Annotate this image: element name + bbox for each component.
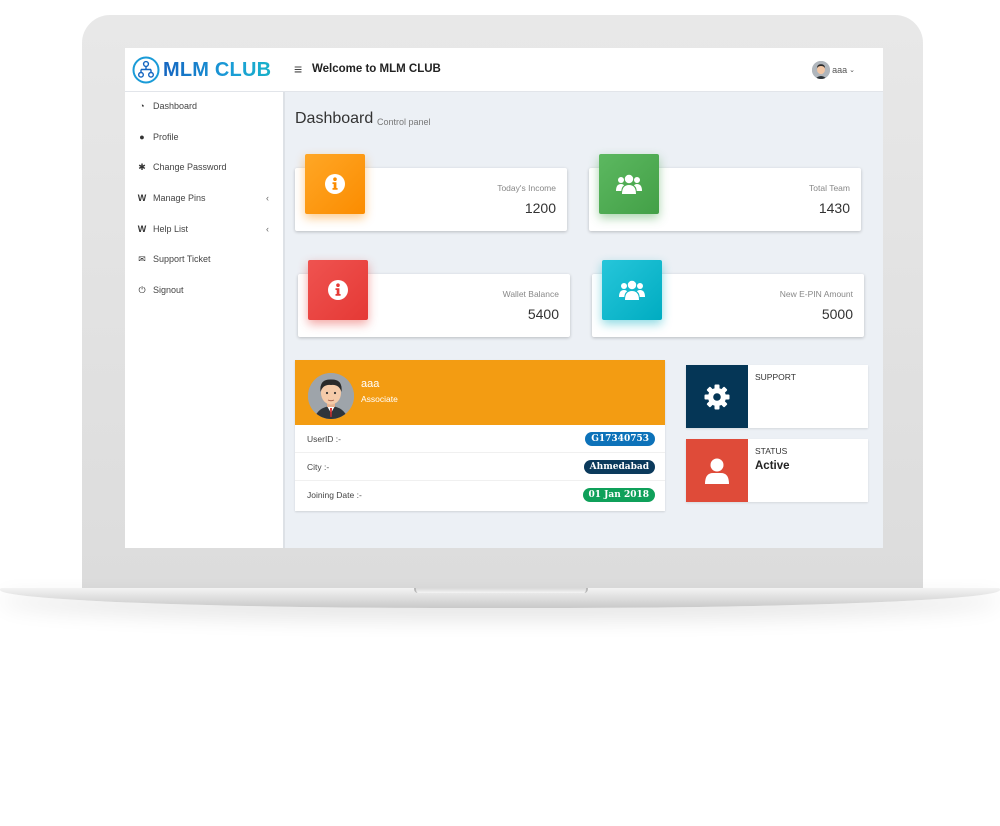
dashboard-icon: ◔ [139,101,145,111]
info-tile [308,260,368,320]
info-tile [599,154,659,214]
chevron-down-icon: ⌄ [849,67,855,74]
profile-row-joining-date: Joining Date :- 01 Jan 2018 [295,481,665,509]
sidebar-item-manage-pins[interactable]: W Manage Pins ‹ [125,187,283,209]
gear-icon [704,384,730,409]
hamburger-icon[interactable]: ≡ [294,61,302,77]
page-title: Dashboard [295,110,374,127]
info-tile [602,260,662,320]
profile-header: aaa Associate [295,360,665,425]
power-icon: ⏻ [138,284,146,295]
top-navbar: MLM CLUB ≡ Welcome to MLM CLUB aaa ⌄ [125,48,883,92]
profile-name: aaa [361,378,380,390]
info-card-wallet-balance[interactable]: Wallet Balance 5400 [298,260,570,337]
joining-date-badge: 01 Jan 2018 [582,488,655,502]
sidebar: ◔ Dashboard ● Profile ✱ Change Password … [125,92,285,548]
status-box: STATUS Active [686,439,868,502]
info-icon [328,280,348,300]
users-icon [616,174,642,194]
sidebar-item-label: Change Password [153,162,227,172]
pin-icon: W [137,193,147,203]
user-name: aaa [832,65,848,75]
network-logo-icon [132,56,160,84]
gear-icon: ✱ [138,161,146,172]
sidebar-item-label: Support Ticket [153,254,211,264]
avatar-icon [812,61,831,79]
info-card-label: Wallet Balance [502,289,559,299]
info-card-new-epin-amount[interactable]: New E-PIN Amount 5000 [592,260,864,337]
sidebar-item-signout[interactable]: ⏻ Signout [125,279,283,301]
info-icon [325,174,345,194]
info-card-todays-income[interactable]: Today's Income 1200 [295,154,567,231]
status-label: STATUS [755,446,788,456]
info-card-value: 1200 [524,200,556,216]
logo[interactable]: MLM CLUB [132,56,271,84]
sidebar-item-profile[interactable]: ● Profile [125,126,283,148]
row-label: UserID :- [307,434,341,444]
status-icon-tile [686,439,748,502]
pin-icon: W [137,224,147,234]
sidebar-item-help-list[interactable]: W Help List ‹ [125,218,283,240]
logo-text: MLM CLUB [163,58,272,81]
profile-avatar [308,373,354,419]
sidebar-item-label: Dashboard [153,101,198,111]
users-icon [619,280,645,300]
sidebar-item-label: Signout [153,285,184,295]
userid-badge: G17340753 [585,432,655,446]
city-badge: Ahmedabad [583,460,655,474]
sidebar-item-change-password[interactable]: ✱ Change Password [125,156,283,178]
info-tile [305,154,365,214]
user-avatar [812,61,831,79]
laptop-notch [414,588,588,593]
support-label: SUPPORT [755,372,796,382]
status-value: Active [755,460,790,472]
info-card-value: 5000 [821,306,853,322]
info-card-label: New E-PIN Amount [779,289,853,299]
sidebar-item-dashboard[interactable]: ◔ Dashboard [125,95,283,117]
welcome-text: Welcome to MLM CLUB [312,63,441,75]
profile-role: Associate [361,394,398,404]
user-icon [705,458,729,484]
sidebar-item-label: Manage Pins [153,193,206,203]
support-icon-tile [686,365,748,428]
profile-row-userid: UserID :- G17340753 [295,425,665,453]
main-content: Dashboard Control panel Today's Income 1… [287,92,883,548]
user-icon: ● [139,132,145,142]
profile-row-city: City :- Ahmedabad [295,453,665,481]
envelope-icon: ✉ [138,253,146,264]
sidebar-item-label: Profile [153,132,179,142]
page-subtitle: Control panel [377,117,431,127]
row-label: Joining Date :- [307,490,362,500]
info-card-total-team[interactable]: Total Team 1430 [589,154,861,231]
chevron-left-icon: ‹ [266,224,269,234]
info-card-label: Today's Income [497,183,556,193]
row-label: City :- [307,462,330,472]
info-card-label: Total Team [809,183,850,193]
info-card-value: 5400 [527,306,559,322]
sidebar-item-support-ticket[interactable]: ✉ Support Ticket [125,248,283,270]
app-screen: MLM CLUB ≡ Welcome to MLM CLUB aaa ⌄ ◔ D… [125,48,883,548]
chevron-left-icon: ‹ [266,193,269,203]
profile-card: aaa Associate UserID :- G17340753 City :… [295,360,665,511]
support-box[interactable]: SUPPORT [686,365,868,428]
sidebar-item-label: Help List [153,224,189,234]
user-menu[interactable]: aaa ⌄ [812,61,855,79]
info-card-value: 1430 [818,200,850,216]
avatar-icon [308,373,354,419]
